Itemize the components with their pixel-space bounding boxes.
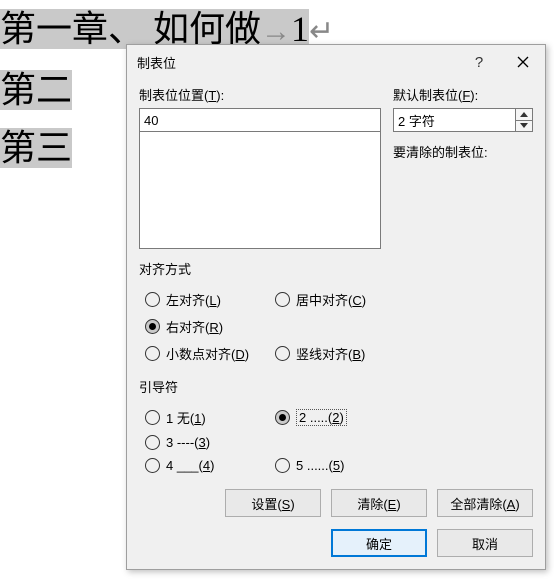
leader-2-radio[interactable]: 2 .....(2): [275, 408, 405, 427]
ok-button[interactable]: 确定: [331, 529, 427, 557]
leader-section-title: 引导符: [139, 377, 533, 396]
leader-5-radio[interactable]: 5 ......(5): [275, 458, 405, 473]
spin-up-button[interactable]: [515, 108, 533, 120]
close-button[interactable]: [501, 45, 545, 79]
cancel-button[interactable]: 取消: [437, 529, 533, 557]
align-left-radio[interactable]: 左对齐(L): [145, 290, 275, 309]
align-bar-radio[interactable]: 竖线对齐(B): [275, 344, 405, 363]
close-icon: [517, 56, 529, 68]
clear-button[interactable]: 清除(E): [331, 489, 427, 517]
tabpos-listbox[interactable]: [139, 131, 381, 249]
default-tab-label: 默认制表位(F):: [393, 85, 533, 104]
tabpos-input[interactable]: [139, 108, 381, 132]
dialog-title: 制表位: [137, 53, 457, 72]
clear-list-label: 要清除的制表位:: [393, 142, 533, 161]
align-center-radio[interactable]: 居中对齐(C): [275, 290, 405, 309]
help-button[interactable]: ?: [457, 45, 501, 79]
align-decimal-radio[interactable]: 小数点对齐(D): [145, 344, 275, 363]
leader-3-radio[interactable]: 3 ----(3): [145, 435, 275, 450]
align-right-radio[interactable]: 右对齐(R): [145, 317, 275, 336]
alignment-section-title: 对齐方式: [139, 259, 533, 278]
tabpos-label: 制表位位置(T):: [139, 85, 381, 104]
leader-1-radio[interactable]: 1 无(1): [145, 408, 275, 427]
clear-all-button[interactable]: 全部清除(A): [437, 489, 533, 517]
spin-down-button[interactable]: [515, 120, 533, 133]
titlebar[interactable]: 制表位 ?: [127, 45, 545, 79]
default-tab-input[interactable]: [393, 108, 515, 132]
tabs-dialog: 制表位 ? 制表位位置(T): 默认制表位(F): 要: [126, 44, 546, 570]
leader-4-radio[interactable]: 4 ___(4): [145, 458, 275, 473]
set-button[interactable]: 设置(S): [225, 489, 321, 517]
